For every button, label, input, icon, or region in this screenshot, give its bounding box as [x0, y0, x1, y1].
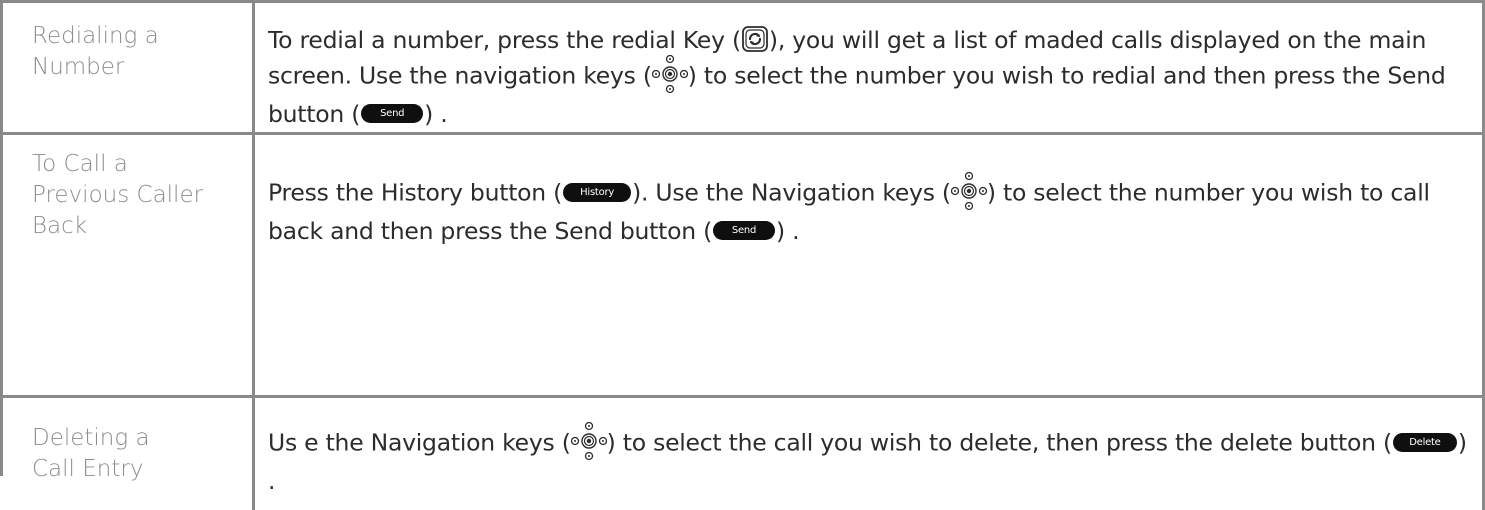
- delete-button-icon: Delete: [1392, 432, 1457, 452]
- send-button-icon: Send: [361, 104, 424, 123]
- navigation-keys-icon: [950, 171, 987, 211]
- history-button-icon: History: [563, 182, 632, 202]
- instructions-table: Redialing a Number To redial a number, p…: [0, 0, 1485, 510]
- navigation-keys-icon: [570, 421, 607, 461]
- text-segment: ) to select the call you wish to delete,…: [606, 428, 1393, 457]
- row-label-redialing: Redialing a Number: [32, 23, 159, 80]
- text-segment: Press the History button (: [268, 178, 563, 207]
- row-divider-2: [0, 395, 1485, 398]
- table-column-divider: [252, 0, 255, 510]
- row-label-call-back: To Call a Previous Caller Back: [32, 151, 204, 239]
- send-button-icon: Send: [713, 221, 775, 240]
- text-segment: ). Use the Navigation keys (: [632, 178, 951, 207]
- redial-key-icon: [741, 25, 769, 53]
- text-segment: ) .: [424, 100, 448, 128]
- table-left-border: [0, 0, 3, 476]
- text-segment: Us e the Navigation keys (: [268, 428, 571, 457]
- text-segment: ) .: [776, 217, 800, 245]
- row-divider-1: [0, 132, 1485, 135]
- row-text-deleting: Us e the Navigation keys ( ) to select th…: [268, 421, 1468, 498]
- navigation-keys-icon: [651, 54, 688, 94]
- table-top-border: [0, 0, 1485, 3]
- row-text-redialing: To redial a number, press the redial Key…: [268, 23, 1468, 131]
- text-segment: To redial a number, press the redial Key…: [268, 26, 741, 54]
- row-text-call-back: Press the History button (History). Use …: [268, 171, 1468, 248]
- row-label-deleting: Deleting a Call Entry: [32, 425, 150, 482]
